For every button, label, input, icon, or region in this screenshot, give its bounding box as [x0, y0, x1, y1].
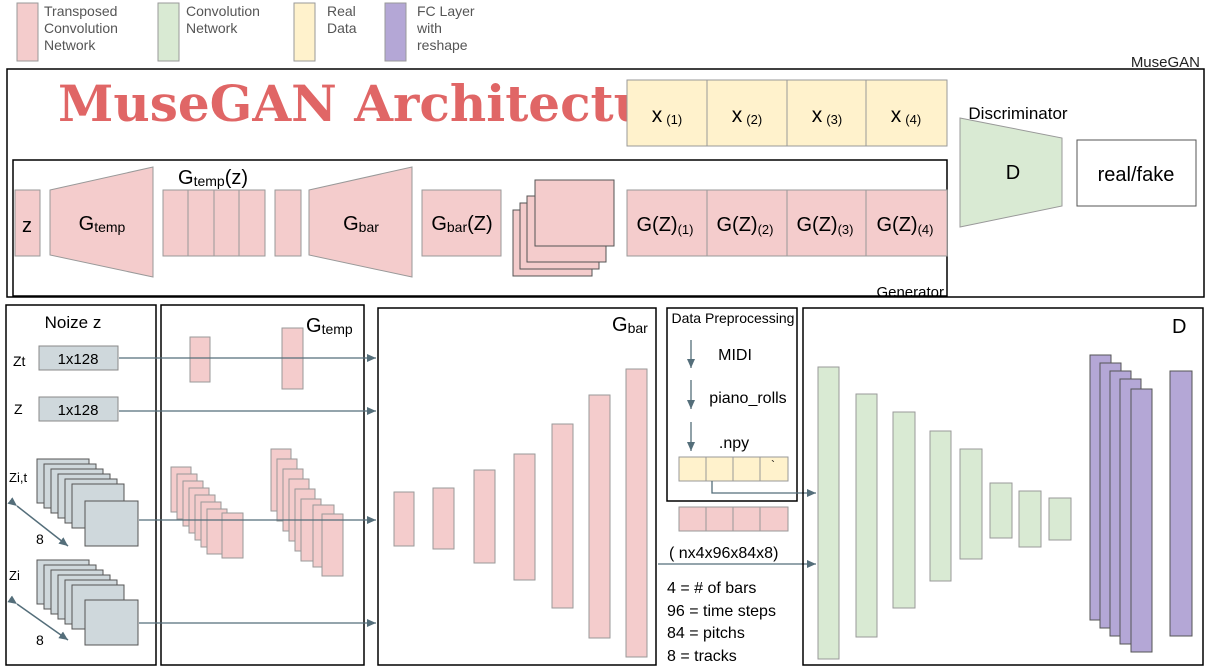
musegan-label: MuseGAN [1131, 54, 1200, 71]
shape-notes: 4 = # of bars 96 = time steps 84 = pitch… [667, 580, 776, 665]
d-conv-layers [817, 366, 1072, 660]
legend-label-line: reshape [417, 37, 468, 53]
musegan-panel: MuseGAN MuseGAN Architecture x (1) x (2) x… [6, 54, 1205, 301]
generator-label: Generator [876, 284, 944, 301]
detail-panel: Noize z Zt 1x128 Z 1x128 Zi,t 8 Zi 8 Gte… [5, 304, 1204, 666]
discriminator-label: Discriminator [968, 104, 1068, 123]
svg-text:with: with [416, 20, 442, 36]
svg-text:Real: Real [327, 3, 356, 19]
legend: Transposed Convolution Network Convoluti… [16, 2, 475, 62]
z-dim: 1x128 [58, 402, 99, 419]
tensor-shape: ( nx4x96x84x8) [669, 545, 778, 562]
stacked-bars [512, 179, 615, 277]
zt-dim: 1x128 [58, 351, 99, 368]
note-pitchs: 84 = pitchs [667, 625, 745, 642]
npy-tensor: ` [678, 456, 789, 482]
legend-label-line: Real [327, 3, 356, 19]
legend-item-real-data: Real Data [293, 2, 357, 62]
svg-text:FC Layer: FC Layer [417, 3, 475, 19]
svg-text:Convolution: Convolution [44, 20, 118, 36]
note-tracks: 8 = tracks [667, 648, 737, 665]
real-data-arrow [711, 481, 816, 497]
note-bars: 4 = # of bars [667, 580, 756, 597]
legend-item-conv: Convolution Network [157, 2, 260, 62]
note-time-steps: 96 = time steps [667, 603, 776, 620]
svg-text:Data: Data [327, 20, 357, 36]
zi-dim-label: 8 [36, 632, 44, 648]
g-temp-stack-large [270, 448, 344, 577]
noise-title: Noize z [45, 313, 102, 332]
legend-label-line: Convolution [44, 20, 118, 36]
legend-item-fc-layer: FC Layer with reshape [384, 2, 475, 62]
prep-step-midi: MIDI [718, 347, 752, 364]
concat-block [274, 189, 302, 257]
generated-tensor [678, 506, 789, 532]
zi-stack [36, 559, 139, 646]
tensor-cell-mark: ` [771, 458, 775, 472]
z-label: z [22, 215, 32, 237]
d-fc-layers [1089, 354, 1193, 653]
g-bar-layers [393, 368, 648, 658]
generated-row: G(Z)(1) G(Z)(2) G(Z)(3) G(Z)(4) [626, 189, 948, 257]
svg-text:Transposed: Transposed [44, 3, 117, 19]
legend-item-transposed-conv: Transposed Convolution Network [16, 2, 118, 62]
legend-label-line: Convolution [186, 3, 260, 19]
zt-label: Zt [13, 353, 26, 369]
svg-text:Network: Network [44, 37, 96, 53]
g-temp-box-label: Gtemp [306, 315, 353, 337]
legend-label-line: with [416, 20, 442, 36]
legend-label-line: Data [327, 20, 357, 36]
g-temp-stack-small [170, 466, 244, 559]
z-label-bottom: Z [14, 401, 23, 417]
prep-step-piano-rolls: piano_rolls [709, 390, 786, 407]
prep-step-npy: .npy [719, 435, 749, 452]
zit-dim-label: 8 [36, 531, 44, 547]
g-temp-layer [189, 336, 211, 383]
svg-text:reshape: reshape [417, 37, 468, 53]
svg-text:Network: Network [186, 20, 238, 36]
page-title: MuseGAN Architecture [58, 74, 708, 133]
legend-label-line: FC Layer [417, 3, 475, 19]
legend-label-line: Network [44, 37, 96, 53]
data-preprocessing-title: Data Preprocessing [672, 310, 795, 326]
legend-label-line: Network [186, 20, 238, 36]
zit-label: Zi,t [9, 470, 27, 485]
g-temp-z-label: Gtemp(z) [178, 167, 248, 189]
d-box-label: D [1172, 316, 1186, 338]
g-temp-output-blocks [162, 189, 266, 257]
legend-label-line: Transposed [44, 3, 117, 19]
generator-box: Generator z Gtemp Gtemp(z) Gbar Gbar(Z) [12, 159, 948, 301]
g-bar-box-label: Gbar [612, 314, 648, 336]
svg-text:Convolution: Convolution [186, 3, 260, 19]
real-data-row: x (1) x (2) x (3) x (4) [626, 79, 948, 147]
discriminator-d-label: D [1006, 162, 1020, 184]
architecture-diagram: Transposed Convolution Network Convoluti… [5, 2, 1205, 666]
zi-label: Zi [9, 568, 20, 583]
real-fake-label: real/fake [1098, 164, 1175, 186]
